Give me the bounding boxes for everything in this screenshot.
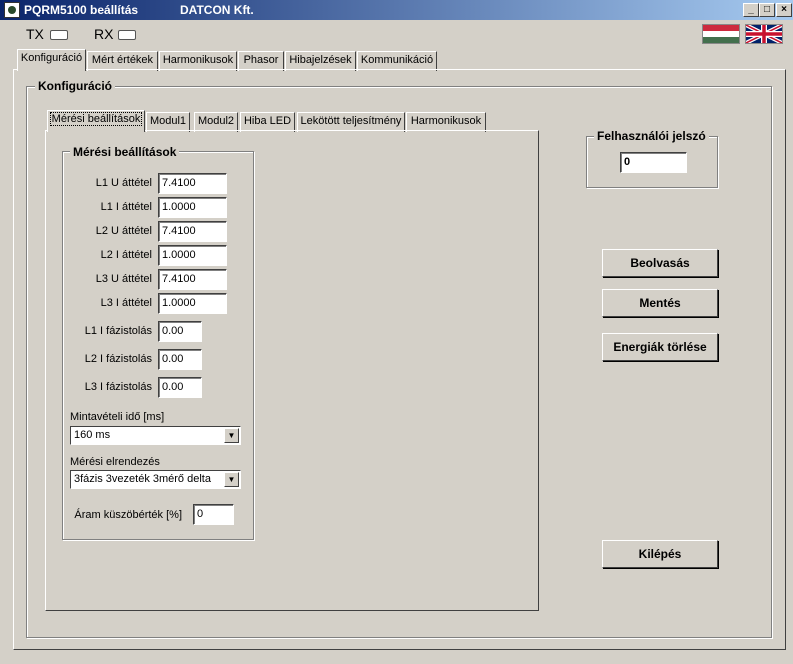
subtab-label: Lekötött teljesítmény: [300, 115, 402, 127]
subtab-modul1[interactable]: Modul1: [146, 112, 190, 132]
title-bar[interactable]: PQRM5100 beállítás DATCON Kft. _ □ ×: [0, 0, 793, 20]
l1-phase-label: L1 I fázistolás: [84, 325, 152, 337]
subtab-harmonikusok[interactable]: Harmonikusok: [406, 112, 486, 132]
l2-phase-input[interactable]: 0.00: [158, 349, 202, 370]
close-button[interactable]: ×: [776, 3, 792, 17]
l3-phase-label: L3 I fázistolás: [84, 381, 152, 393]
l2-phase-label: L2 I fázistolás: [84, 353, 152, 365]
subtab-label: Modul2: [197, 115, 235, 127]
l1-u-ratio-input[interactable]: 7.4100: [158, 173, 227, 194]
l2-i-ratio-input[interactable]: 1.0000: [158, 245, 227, 266]
arrangement-label: Mérési elrendezés: [70, 456, 160, 468]
tab-phasor[interactable]: Phasor: [238, 51, 284, 71]
sampling-time-select[interactable]: 160 ms ▼: [70, 426, 241, 445]
tab-label: Konfiguráció: [20, 52, 83, 64]
l3-phase-input[interactable]: 0.00: [158, 377, 202, 398]
subtab-meresi-beallitasok[interactable]: Mérési beállítások: [47, 110, 145, 132]
arrangement-select[interactable]: 3fázis 3vezeték 3mérő delta ▼: [70, 470, 241, 489]
tx-led: [50, 30, 68, 40]
l3-u-ratio-label: L3 U áttétel: [95, 273, 152, 285]
l1-u-ratio-label: L1 U áttétel: [95, 177, 152, 189]
meas-group-title: Mérési beállítások: [70, 145, 180, 159]
subtab-lekotott-teljesitmeny[interactable]: Lekötött teljesítmény: [297, 112, 405, 132]
l3-u-ratio-input[interactable]: 7.4100: [158, 269, 227, 290]
subtab-label: Mérési beállítások: [49, 112, 143, 126]
threshold-label: Áram küszöbérték [%]: [74, 509, 182, 521]
app-icon[interactable]: [4, 2, 20, 18]
rx-label: RX: [94, 26, 114, 42]
save-button[interactable]: Mentés: [602, 289, 718, 317]
tab-label: Kommunikáció: [360, 54, 434, 66]
read-button[interactable]: Beolvasás: [602, 249, 718, 277]
tab-label: Harmonikusok: [162, 54, 234, 66]
chevron-down-icon[interactable]: ▼: [224, 472, 239, 487]
chevron-down-icon[interactable]: ▼: [224, 428, 239, 443]
tab-kommunikacio[interactable]: Kommunikáció: [357, 51, 437, 71]
tab-konfiguracio[interactable]: Konfiguráció: [17, 49, 86, 71]
l2-i-ratio-label: L2 I áttétel: [100, 249, 152, 261]
sampling-time-label: Mintavételi idő [ms]: [70, 411, 165, 423]
minimize-button[interactable]: _: [743, 3, 759, 17]
tab-label: Phasor: [243, 54, 279, 66]
tab-label: Mért értékek: [91, 54, 154, 66]
subtab-label: Hiba LED: [243, 115, 292, 127]
subtab-hiba-led[interactable]: Hiba LED: [240, 112, 295, 132]
window-title: PQRM5100 beállítás: [24, 3, 139, 17]
uk-flag-icon[interactable]: [745, 24, 783, 44]
tab-label: Hibajelzések: [289, 54, 352, 66]
tx-label: TX: [26, 26, 44, 42]
sampling-time-value: 160 ms: [74, 429, 111, 441]
tab-harmonikusok[interactable]: Harmonikusok: [159, 51, 237, 71]
arrangement-value: 3fázis 3vezeték 3mérő delta: [74, 473, 211, 485]
tab-mert-ertekek[interactable]: Mért értékek: [87, 51, 158, 71]
clear-energy-button[interactable]: Energiák törlése: [602, 333, 718, 361]
l1-i-ratio-label: L1 I áttétel: [100, 201, 152, 213]
l1-phase-input[interactable]: 0.00: [158, 321, 202, 342]
subtab-label: Harmonikusok: [410, 115, 482, 127]
l1-i-ratio-input[interactable]: 1.0000: [158, 197, 227, 218]
tab-hibajelzesek[interactable]: Hibajelzések: [285, 51, 356, 71]
password-group-title: Felhasználói jelszó: [594, 129, 709, 143]
hungarian-flag-icon[interactable]: [702, 24, 740, 44]
subtab-modul2[interactable]: Modul2: [194, 112, 238, 132]
password-input[interactable]: 0: [620, 152, 687, 173]
threshold-input[interactable]: 0: [193, 504, 234, 525]
l3-i-ratio-label: L3 I áttétel: [100, 297, 152, 309]
exit-button[interactable]: Kilépés: [602, 540, 718, 568]
l3-i-ratio-input[interactable]: 1.0000: [158, 293, 227, 314]
subtab-label: Modul1: [149, 115, 187, 127]
maximize-button[interactable]: □: [759, 3, 775, 17]
vendor-name: DATCON Kft.: [180, 3, 254, 17]
l2-u-ratio-input[interactable]: 7.4100: [158, 221, 227, 242]
l2-u-ratio-label: L2 U áttétel: [95, 225, 152, 237]
config-group-title: Konfiguráció: [35, 79, 115, 93]
rx-led: [118, 30, 136, 40]
